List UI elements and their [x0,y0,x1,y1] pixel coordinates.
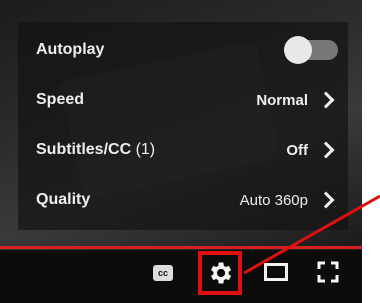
chevron-right-icon [317,191,335,209]
quality-value: Auto 360p [239,191,308,209]
menu-item-speed[interactable]: Speed Normal [18,76,348,124]
fullscreen-icon[interactable] [316,260,340,284]
speed-value: Normal [256,91,308,109]
subtitles-label: Subtitles/CC (1) [36,141,156,158]
menu-item-subtitles[interactable]: Subtitles/CC (1) Off [18,126,348,174]
menu-item-autoplay[interactable]: Autoplay [18,26,348,74]
cc-icon[interactable]: cc [153,265,173,281]
menu-item-quality[interactable]: Quality Auto 360p [18,176,348,224]
autoplay-label: Autoplay [36,41,105,58]
settings-menu: Autoplay Speed Normal Subtitles/CC (1) O… [18,22,348,230]
chevron-right-icon [317,141,335,159]
gear-icon[interactable] [206,259,234,287]
speed-label: Speed [36,91,85,108]
theater-icon[interactable] [264,263,288,281]
quality-label: Quality [36,191,91,208]
control-bar: cc [0,250,362,303]
chevron-right-icon [317,91,335,109]
video-player[interactable]: Autoplay Speed Normal Subtitles/CC (1) O… [0,0,362,303]
toggle-knob [284,36,312,64]
subtitles-value: Off [286,141,308,159]
autoplay-toggle[interactable] [284,36,338,64]
progress-bar[interactable] [0,246,362,249]
